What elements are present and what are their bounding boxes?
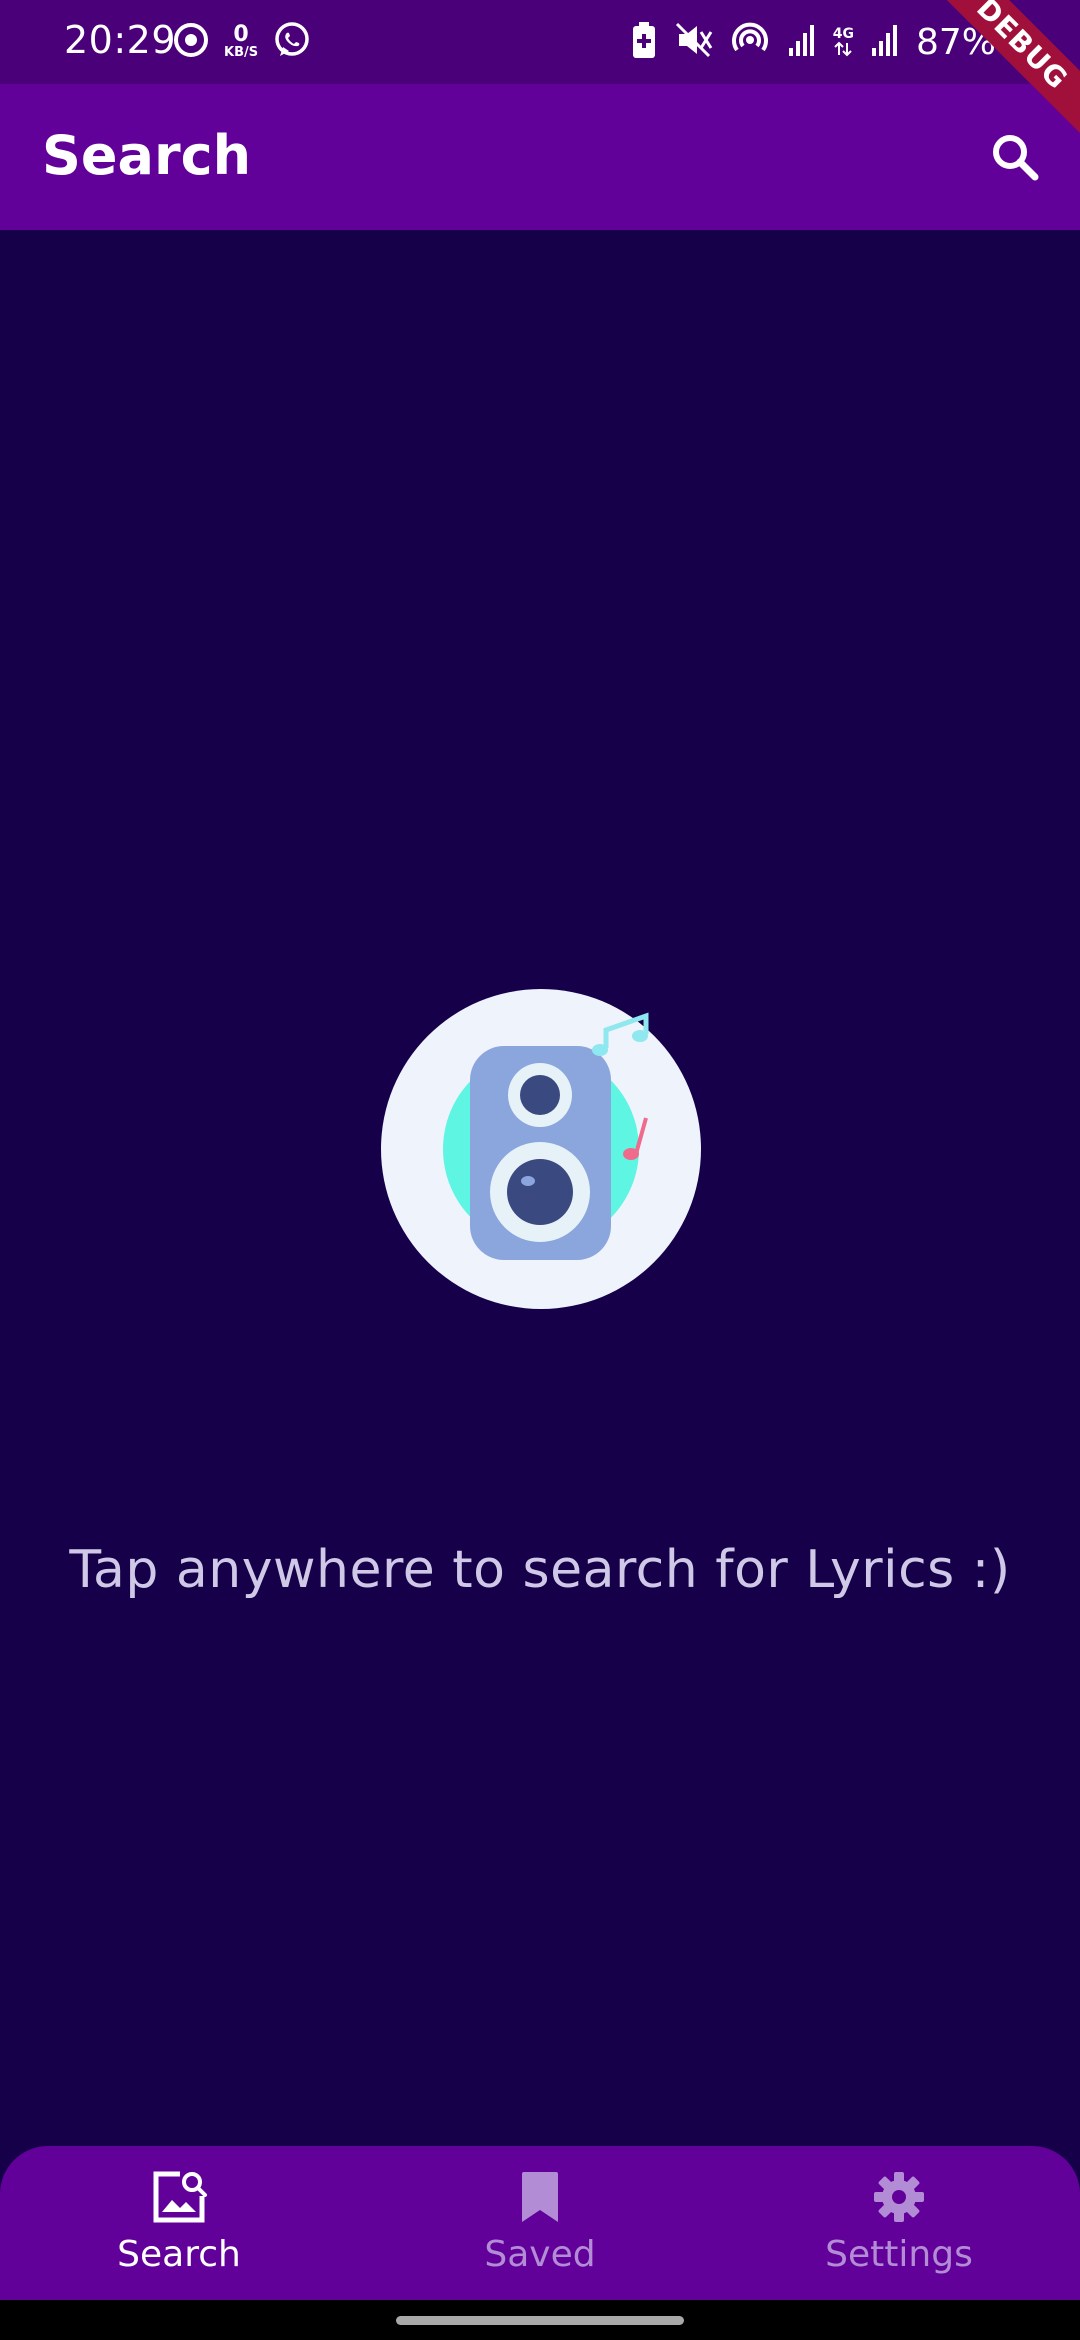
status-bar: 20:29 0 KB/S 4G 87% — [0, 0, 1080, 84]
battery-saver-icon — [631, 20, 657, 64]
mute-icon — [673, 20, 713, 64]
search-hint: Tap anywhere to search for Lyrics :) — [69, 1540, 1011, 1600]
bottom-nav: Search Saved Settings — [0, 2146, 1080, 2300]
whatsapp-icon — [272, 20, 312, 64]
app-screen: 20:29 0 KB/S 4G 87% DEBUG Search Tap any… — [0, 0, 1080, 2340]
status-left-icons: 0 KB/S — [172, 20, 312, 64]
gear-icon — [868, 2166, 930, 2228]
image-search-icon — [148, 2166, 210, 2228]
signal-icon — [787, 22, 817, 62]
sync-icon — [172, 21, 210, 63]
network-speed: 0 KB/S — [224, 24, 258, 60]
speaker-illustration — [380, 988, 702, 1310]
bookmark-icon — [509, 2166, 571, 2228]
nav-item-saved[interactable]: Saved — [390, 2146, 690, 2300]
system-navigation-bar — [0, 2300, 1080, 2340]
hotspot-icon — [729, 20, 771, 64]
network-speed-unit: KB/S — [224, 45, 259, 60]
data-arrows-icon — [834, 41, 853, 57]
search-icon — [993, 135, 1039, 181]
nav-label-settings: Settings — [825, 2234, 973, 2275]
speaker-icon — [381, 989, 701, 1309]
signal-icon-2 — [870, 22, 900, 62]
status-time: 20:29 — [64, 18, 177, 62]
home-indicator[interactable] — [396, 2316, 684, 2325]
nav-label-search: Search — [117, 2234, 241, 2275]
page-title: Search — [42, 124, 252, 187]
search-tap-area[interactable]: Tap anywhere to search for Lyrics :) — [0, 230, 1080, 2146]
search-button[interactable] — [980, 122, 1050, 192]
network-speed-value: 0 — [233, 22, 249, 47]
network-type: 4G — [833, 27, 854, 57]
nav-item-settings[interactable]: Settings — [749, 2146, 1049, 2300]
app-bar: Search — [0, 84, 1080, 230]
nav-label-saved: Saved — [484, 2234, 596, 2275]
nav-item-search[interactable]: Search — [29, 2146, 329, 2300]
network-type-label: 4G — [832, 26, 854, 42]
